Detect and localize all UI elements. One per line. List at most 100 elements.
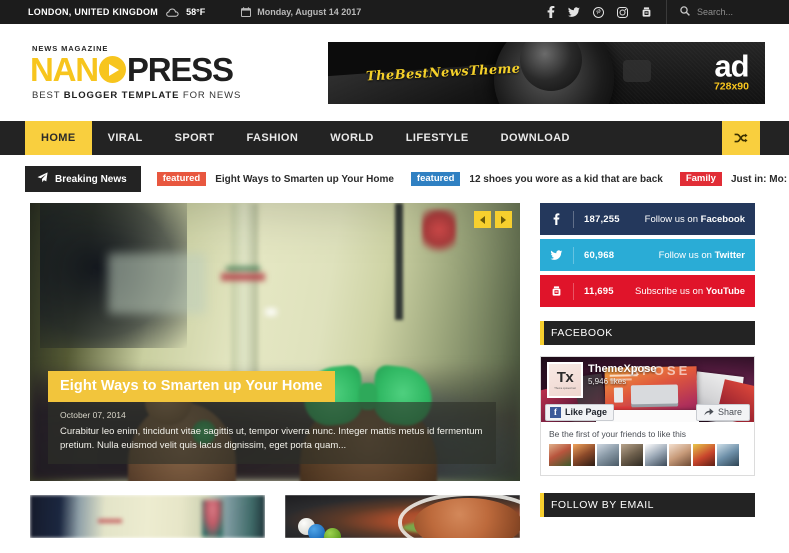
site-header: NEWS MAGAZINE NAN PRESS BEST BLOGGER TEM… [0,24,789,121]
nav-item-fashion[interactable]: FASHION [231,121,315,155]
facebook-share-button[interactable]: Share [695,403,750,421]
facebook-count: 187,255 [584,213,620,225]
breaking-title-1[interactable]: Eight Ways to Smarten up Your Home [215,174,394,185]
breaking-news: Breaking News featured Eight Ways to Sma… [25,166,789,192]
ad-word: ad [714,48,749,84]
search-box[interactable] [666,0,789,24]
facebook-icon [540,210,574,228]
avatar [645,444,667,466]
post-thumbnails [30,495,520,538]
social-counter-twitter[interactable]: 60,968 Follow us on Twitter [540,239,755,271]
facebook-icon[interactable] [547,6,555,18]
facebook-like-page-button[interactable]: f Like Page [545,403,615,421]
facebook-follow-label: Follow us on Facebook [644,213,745,225]
shuffle-icon[interactable] [722,121,760,155]
top-bar-right [547,0,789,24]
page-content: Eight Ways to Smarten up Your Home Octob… [0,192,789,538]
twitter-count: 60,968 [584,249,615,261]
youtube-count: 11,695 [584,285,614,297]
top-bar-left: LONDON, UNITED KINGDOM 58°F Monday, Augu… [0,7,361,17]
logo-tagline-part3: FOR NEWS [179,90,242,101]
email-widget-title: FOLLOW BY EMAIL [540,493,755,517]
nav-item-viral[interactable]: VIRAL [92,121,159,155]
play-icon [98,56,126,83]
slider-next-button[interactable] [495,211,512,228]
facebook-page-likes: 5,946 likes [588,377,627,386]
share-label: Share [717,407,742,417]
site-logo[interactable]: NEWS MAGAZINE NAN PRESS BEST BLOGGER TEM… [30,44,260,101]
logo-tagline-part2: BLOGGER TEMPLATE [63,90,180,101]
twitter-icon[interactable] [568,6,580,18]
avatar-subtext: Theme xposed net [554,387,576,390]
social-counter-youtube[interactable]: 11,695 Subscribe us on YouTube [540,275,755,307]
date-block: Monday, August 14 2017 [241,7,361,17]
main-column: Eight Ways to Smarten up Your Home Octob… [30,203,520,538]
ad-size: 728x90 [713,80,749,93]
facebook-widget-title: FACEBOOK [540,321,755,345]
ad-banner[interactable]: TheBestNewsTheme ad 728x90 [328,41,765,104]
logo-wordmark: NAN PRESS [30,53,260,86]
featured-slider[interactable]: Eight Ways to Smarten up Your Home Octob… [30,203,520,481]
share-arrow-icon [704,407,714,418]
instagram-icon[interactable] [617,6,628,18]
twitter-follow-label: Follow us on Twitter [658,249,745,261]
featured-caption: Eight Ways to Smarten up Your Home Octob… [48,371,496,464]
temperature-label: 58°F [186,7,206,17]
pinterest-icon[interactable] [593,6,604,18]
social-counter-facebook[interactable]: 187,255 Follow us on Facebook [540,203,755,235]
breaking-title-2[interactable]: 12 shoes you wore as a kid that are back [469,174,662,185]
social-counter-widget: 187,255 Follow us on Facebook 60,968 Fol… [540,203,755,307]
logo-tagline: BEST BLOGGER TEMPLATE FOR NEWS [32,90,260,101]
breaking-title-3[interactable]: Just in: Mo: [731,174,787,185]
location-label: LONDON, UNITED KINGDOM [28,7,159,17]
logo-text-nan: NAN [30,51,99,88]
facebook-friends-text: Be the first of your friends to like thi… [549,429,687,439]
nav-item-lifestyle[interactable]: LIFESTYLE [390,121,485,155]
logo-tagline-part1: BEST [32,90,64,101]
avatar [693,444,715,466]
avatar [669,444,691,466]
avatar [717,444,739,466]
featured-title[interactable]: Eight Ways to Smarten up Your Home [48,371,335,403]
facebook-page-name[interactable]: ThemeXpose [588,363,656,375]
breaking-tag-featured-2[interactable]: featured [410,171,461,187]
sidebar: 187,255 Follow us on Facebook 60,968 Fol… [540,203,755,538]
facebook-button-row: f Like Page Share [541,402,754,422]
featured-body: October 07, 2014 Curabitur leo enim, tin… [48,402,496,464]
youtube-follow-label: Subscribe us on YouTube [635,285,745,297]
avatar-initials: Tx [556,369,574,386]
calendar-icon [241,7,252,17]
date-label: Monday, August 14 2017 [257,7,362,17]
logo-text-press: PRESS [126,51,234,88]
post-thumbnail-1[interactable] [30,495,265,538]
facebook-friends-block: Be the first of your friends to like thi… [541,422,754,475]
nav-item-download[interactable]: DOWNLOAD [485,121,586,155]
breaking-tag-featured-1[interactable]: featured [156,171,207,187]
nav-items: HOME VIRAL SPORT FASHION WORLD LIFESTYLE… [0,121,586,155]
youtube-icon [540,282,574,300]
nav-item-sport[interactable]: SPORT [159,121,231,155]
nav-item-world[interactable]: WORLD [314,121,390,155]
post-thumbnail-2[interactable] [285,495,520,538]
avatar [573,444,595,466]
featured-date: October 07, 2014 [60,410,126,421]
breaking-news-label: Breaking News [25,166,141,192]
facebook-friend-avatars [549,444,746,466]
breaking-news-items: featured Eight Ways to Smarten up Your H… [141,166,789,192]
search-input[interactable] [697,7,775,17]
nav-item-home[interactable]: HOME [25,121,92,155]
ad-label-block: ad 728x90 [713,48,750,93]
featured-description: Curabitur leo enim, tincidunt vitae sagi… [60,426,483,452]
slider-controls [474,211,512,228]
twitter-icon [540,246,574,264]
slider-prev-button[interactable] [474,211,491,228]
facebook-f-icon: f [550,406,561,418]
avatar [597,444,619,466]
avatar [621,444,643,466]
search-icon [680,6,690,18]
breaking-tag-family[interactable]: Family [679,171,722,187]
facebook-cover: XPOSE Tx Theme xposed net ThemeXpose 5,9… [541,357,754,422]
youtube-icon[interactable] [641,6,652,18]
facebook-page-widget: XPOSE Tx Theme xposed net ThemeXpose 5,9… [540,356,755,476]
main-navigation: HOME VIRAL SPORT FASHION WORLD LIFESTYLE… [0,121,789,155]
